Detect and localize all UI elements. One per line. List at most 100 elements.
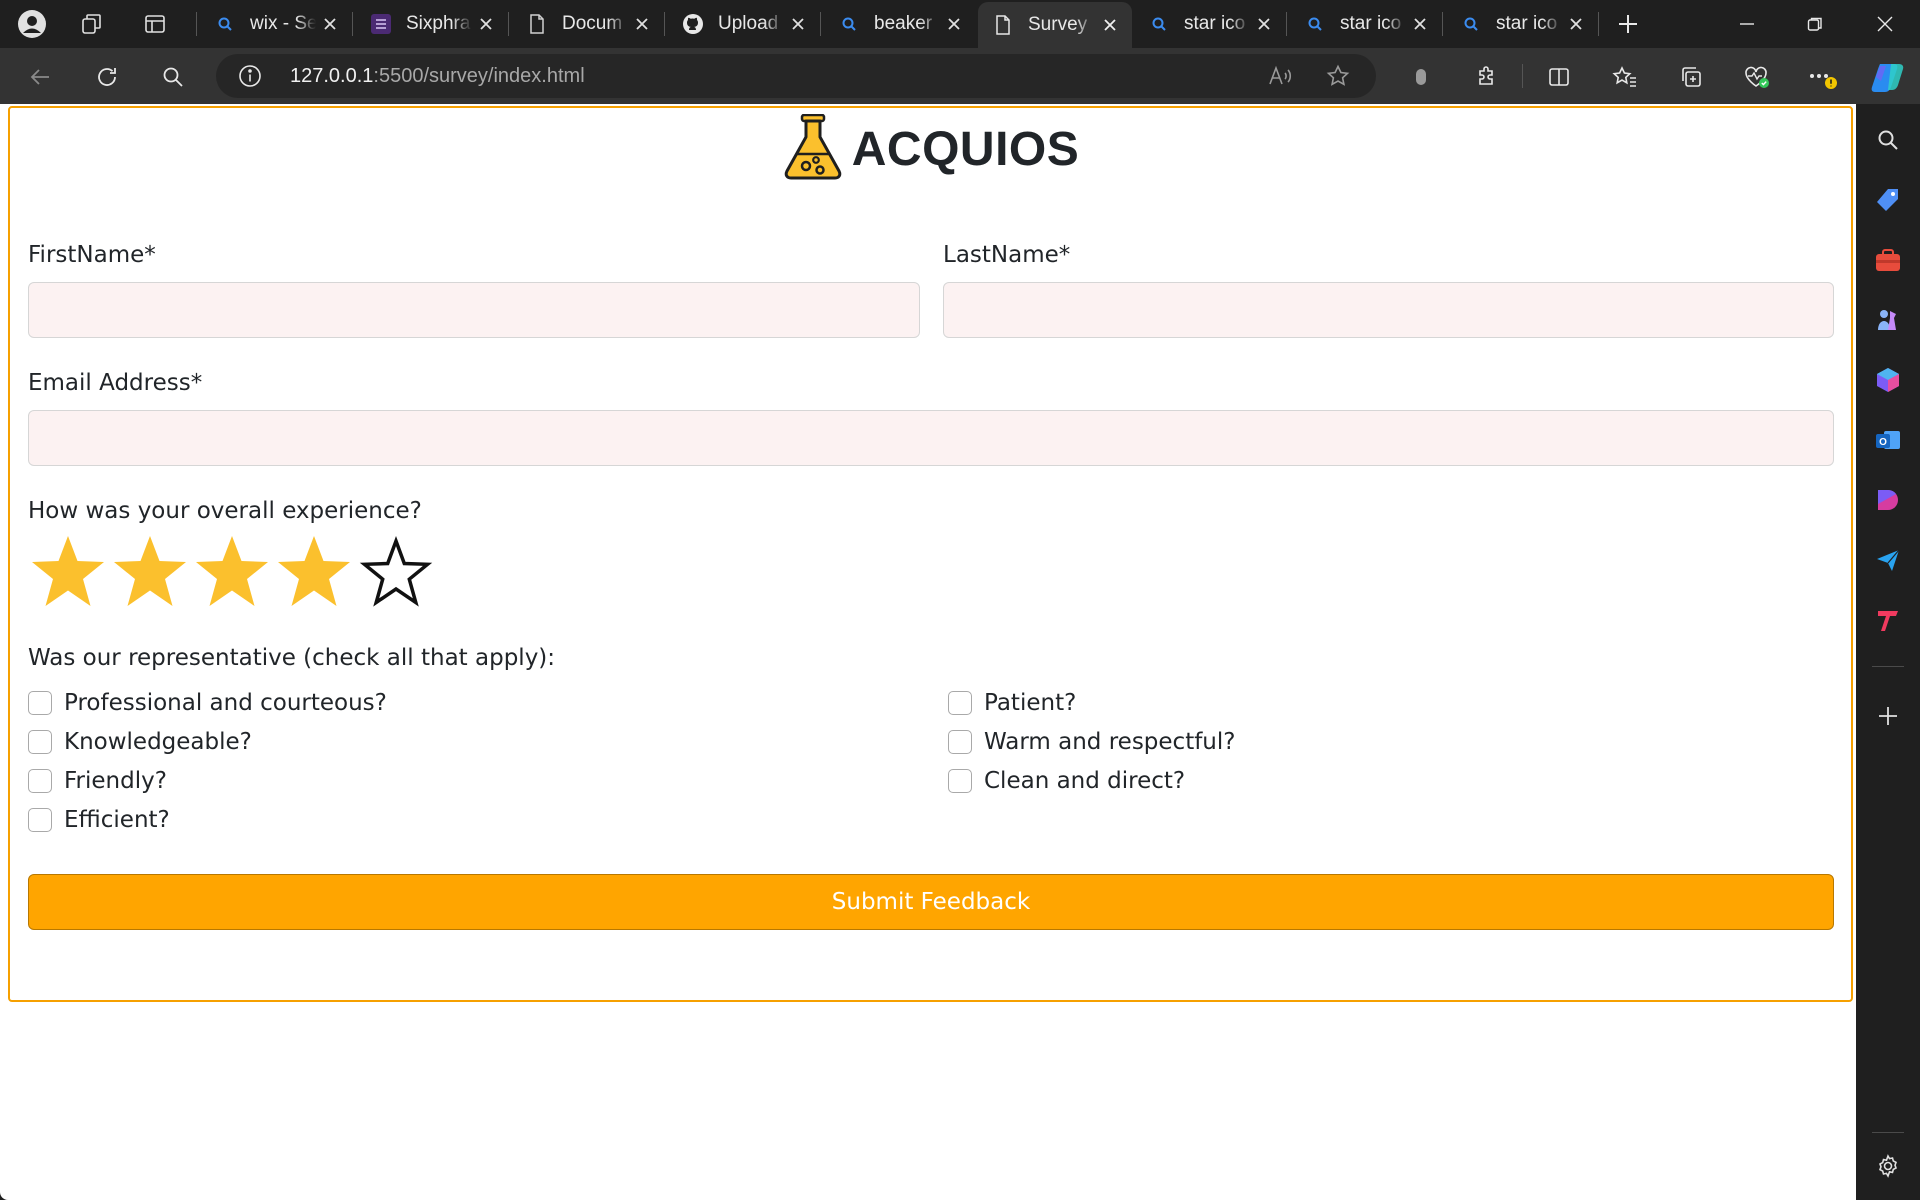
url-path: :5500/survey/index.html bbox=[373, 65, 585, 87]
designer-icon[interactable] bbox=[1870, 482, 1906, 518]
page-viewport: ACQUIOS FirstName* LastName* Email Addre… bbox=[0, 104, 1856, 1200]
checkbox-option[interactable]: Patient? bbox=[948, 690, 1076, 716]
collections-icon[interactable] bbox=[1674, 60, 1708, 94]
new-tab-plus-icon[interactable] bbox=[1612, 8, 1644, 40]
sidebar-search-icon[interactable] bbox=[1870, 122, 1906, 158]
more-options-icon[interactable] bbox=[1806, 60, 1840, 94]
outlook-icon[interactable]: O bbox=[1870, 422, 1906, 458]
checkbox-label: Clean and direct? bbox=[984, 768, 1186, 794]
checkbox-option[interactable]: Warm and respectful? bbox=[948, 729, 1235, 755]
checkbox-option[interactable]: Clean and direct? bbox=[948, 768, 1185, 794]
tab-5[interactable]: beaker bbox=[824, 4, 976, 44]
tab-title: Docum bbox=[562, 13, 623, 34]
tab-7[interactable]: star ico bbox=[1134, 4, 1286, 44]
close-tab-icon[interactable] bbox=[784, 10, 812, 38]
checkbox[interactable] bbox=[948, 769, 972, 793]
star-filled-icon[interactable] bbox=[192, 532, 272, 612]
profile-avatar-icon[interactable] bbox=[16, 8, 48, 40]
close-tab-icon[interactable] bbox=[1250, 10, 1278, 38]
star-empty-icon[interactable] bbox=[356, 532, 436, 612]
restore-icon[interactable] bbox=[1790, 4, 1840, 44]
tab-4[interactable]: Upload bbox=[668, 4, 820, 44]
tab-separator bbox=[1598, 12, 1599, 36]
extensions-puzzle-icon[interactable] bbox=[1470, 60, 1504, 94]
close-tab-icon[interactable] bbox=[1096, 11, 1124, 39]
email-label: Email Address* bbox=[28, 370, 203, 396]
checkbox[interactable] bbox=[28, 691, 52, 715]
email-input[interactable] bbox=[28, 410, 1834, 466]
first-name-input[interactable] bbox=[28, 282, 920, 338]
checkbox[interactable] bbox=[28, 808, 52, 832]
tab-separator bbox=[1442, 12, 1443, 36]
close-tab-icon[interactable] bbox=[628, 10, 656, 38]
tab-3[interactable]: Docum bbox=[512, 4, 664, 44]
search-icon bbox=[838, 13, 860, 35]
site-info-icon[interactable] bbox=[238, 64, 262, 93]
games-chess-icon[interactable] bbox=[1870, 302, 1906, 338]
app-t-icon[interactable] bbox=[1870, 602, 1906, 638]
minimize-icon[interactable] bbox=[1722, 4, 1772, 44]
survey-form: ACQUIOS FirstName* LastName* Email Addre… bbox=[8, 106, 1853, 1002]
checkbox-option[interactable]: Professional and courteous? bbox=[28, 690, 387, 716]
read-aloud-icon[interactable] bbox=[1268, 64, 1294, 93]
shopping-tag-icon[interactable] bbox=[1870, 182, 1906, 218]
tab-title: star ico bbox=[1496, 13, 1558, 34]
tab-2[interactable]: Sixphra bbox=[356, 4, 508, 44]
search-icon[interactable] bbox=[156, 60, 190, 94]
last-name-input[interactable] bbox=[943, 282, 1834, 338]
close-tab-icon[interactable] bbox=[1406, 10, 1434, 38]
checkbox[interactable] bbox=[948, 730, 972, 754]
submit-feedback-button[interactable]: Submit Feedback bbox=[28, 874, 1834, 930]
checkbox-option[interactable]: Knowledgeable? bbox=[28, 729, 252, 755]
tab-separator bbox=[664, 12, 665, 36]
last-name-label: LastName* bbox=[943, 242, 1071, 268]
close-tab-icon[interactable] bbox=[1562, 10, 1590, 38]
tools-briefcase-icon[interactable] bbox=[1870, 242, 1906, 278]
close-tab-icon[interactable] bbox=[316, 10, 344, 38]
star-filled-icon[interactable] bbox=[274, 532, 354, 612]
sidebar-separator bbox=[1872, 1132, 1904, 1133]
tab-title: Sixphra bbox=[406, 13, 471, 34]
tab-separator bbox=[1286, 12, 1287, 36]
search-icon bbox=[1460, 13, 1482, 35]
tab-actions-icon[interactable] bbox=[139, 8, 171, 40]
browser-essentials-heart-icon[interactable] bbox=[1740, 60, 1774, 94]
checkbox-option[interactable]: Friendly? bbox=[28, 768, 167, 794]
tab-9[interactable]: star ico bbox=[1446, 4, 1598, 44]
workspaces-icon[interactable] bbox=[76, 8, 108, 40]
split-screen-icon[interactable] bbox=[1542, 60, 1576, 94]
extension-icon[interactable] bbox=[1404, 60, 1438, 94]
brand-title: ACQUIOS bbox=[851, 123, 1080, 176]
checkbox[interactable] bbox=[28, 730, 52, 754]
url-text: 127.0.0.1:5500/survey/index.html bbox=[290, 65, 585, 88]
star-filled-icon[interactable] bbox=[110, 532, 190, 612]
tab-title: star ico bbox=[1184, 13, 1246, 34]
tab-title: star ico bbox=[1340, 13, 1402, 34]
svg-text:O: O bbox=[1879, 437, 1887, 448]
tab-strip: wix - Se Sixphra Docum Upload beaker Sur… bbox=[0, 0, 1920, 48]
sidebar-separator bbox=[1872, 666, 1904, 667]
copilot-icon[interactable] bbox=[1868, 58, 1908, 98]
tab-8[interactable]: star ico bbox=[1290, 4, 1442, 44]
checkbox[interactable] bbox=[948, 691, 972, 715]
tab-1[interactable]: wix - Se bbox=[200, 4, 352, 44]
refresh-icon[interactable] bbox=[90, 60, 124, 94]
checkbox-option[interactable]: Efficient? bbox=[28, 807, 170, 833]
document-icon bbox=[526, 13, 548, 35]
close-window-icon[interactable] bbox=[1860, 4, 1910, 44]
favorites-icon[interactable] bbox=[1608, 60, 1642, 94]
star-filled-icon[interactable] bbox=[28, 532, 108, 612]
checkbox[interactable] bbox=[28, 769, 52, 793]
send-paper-plane-icon[interactable] bbox=[1870, 542, 1906, 578]
tab-title: beaker bbox=[874, 13, 933, 34]
back-arrow-icon[interactable] bbox=[24, 60, 58, 94]
close-tab-icon[interactable] bbox=[472, 10, 500, 38]
microsoft-365-icon[interactable] bbox=[1870, 362, 1906, 398]
tab-6-active[interactable]: Survey bbox=[978, 2, 1132, 48]
checkbox-label: Friendly? bbox=[64, 768, 167, 794]
settings-gear-icon[interactable] bbox=[1870, 1148, 1906, 1184]
address-bar[interactable]: 127.0.0.1:5500/survey/index.html bbox=[216, 54, 1376, 98]
add-plus-icon[interactable] bbox=[1870, 698, 1906, 734]
add-favorite-star-icon[interactable] bbox=[1326, 64, 1350, 93]
close-tab-icon[interactable] bbox=[940, 10, 968, 38]
